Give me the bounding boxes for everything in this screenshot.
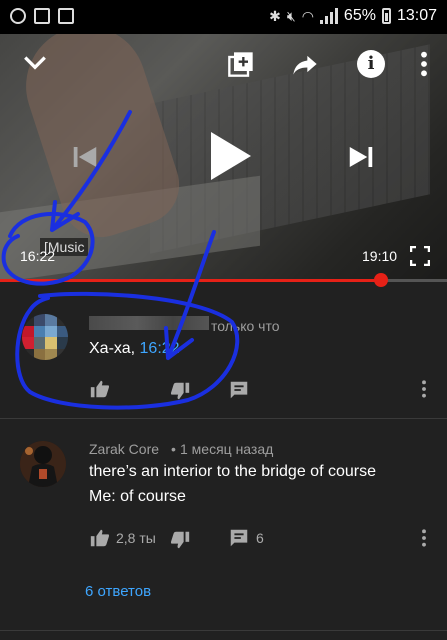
timer-icon bbox=[10, 8, 26, 24]
comment-text: there’s an interior to the bridge of cou… bbox=[89, 463, 376, 480]
reply-icon bbox=[230, 529, 248, 547]
fullscreen-icon[interactable] bbox=[410, 246, 430, 266]
comment-text-prefix: Ха-ха, bbox=[89, 340, 140, 357]
notification-icons bbox=[10, 8, 74, 24]
dislike-icon bbox=[170, 382, 190, 400]
seek-handle[interactable] bbox=[373, 273, 388, 287]
play-icon[interactable] bbox=[205, 130, 253, 182]
info-icon[interactable]: i bbox=[357, 50, 385, 78]
comment-separator: • bbox=[171, 441, 176, 457]
previous-icon[interactable] bbox=[70, 142, 100, 172]
collapse-chevron-icon[interactable] bbox=[22, 50, 48, 76]
bookmark-icon bbox=[58, 8, 74, 24]
mute-icon: 🔇︎ bbox=[286, 7, 296, 24]
reply-button[interactable]: 6 bbox=[228, 527, 264, 549]
clock: 13:07 bbox=[396, 7, 437, 24]
comment-divider bbox=[0, 418, 447, 419]
like-icon bbox=[90, 529, 110, 547]
timestamp-link[interactable]: 16:22 bbox=[140, 340, 180, 357]
seek-bar[interactable] bbox=[0, 273, 447, 287]
comment-age: 1 месяц назад bbox=[180, 441, 274, 457]
signal-icon bbox=[319, 8, 338, 24]
avatar[interactable] bbox=[20, 441, 66, 487]
dislike-icon bbox=[170, 531, 190, 549]
comment-divider bbox=[0, 630, 447, 631]
comment-author-blurred bbox=[89, 316, 209, 330]
reply-icon bbox=[230, 381, 248, 399]
seek-bar-played bbox=[0, 279, 381, 282]
like-count: 2,8 ты bbox=[116, 530, 156, 546]
comment-text: Ха-ха, 16:22 bbox=[89, 340, 180, 358]
gallery-icon bbox=[34, 8, 50, 24]
comment-text-line2: Me: of course bbox=[89, 488, 186, 505]
share-icon[interactable] bbox=[290, 50, 320, 78]
current-time: 16:22 bbox=[20, 248, 56, 264]
reply-count: 6 bbox=[256, 530, 264, 546]
like-icon bbox=[90, 380, 110, 398]
wifi-icon: ◠ bbox=[301, 7, 314, 24]
battery-icon bbox=[381, 8, 391, 24]
status-bar: ✱ 🔇︎ ◠ 65% 13:07 bbox=[0, 0, 447, 34]
video-duration: 19:10 bbox=[362, 248, 398, 264]
like-button[interactable] bbox=[89, 378, 111, 400]
avatar[interactable] bbox=[22, 314, 68, 360]
avatar-image bbox=[20, 441, 66, 487]
reply-button[interactable] bbox=[228, 379, 250, 401]
comment-menu-icon[interactable] bbox=[421, 379, 427, 399]
more-vert-icon[interactable] bbox=[420, 50, 428, 78]
video-player[interactable]: i [Music 16:22 19:10 bbox=[0, 34, 447, 280]
system-indicators: ✱ 🔇︎ ◠ 65% 13:07 bbox=[269, 7, 437, 25]
add-to-playlist-icon[interactable] bbox=[226, 50, 256, 78]
next-icon[interactable] bbox=[346, 142, 376, 172]
avatar-image bbox=[22, 314, 68, 360]
bluetooth-icon: ✱ bbox=[269, 7, 281, 24]
dislike-button[interactable] bbox=[169, 380, 191, 402]
view-replies-link[interactable]: 6 ответов bbox=[85, 583, 151, 600]
comment-age: только что bbox=[211, 318, 280, 334]
comment-author[interactable]: Zarak Core bbox=[89, 441, 159, 457]
comment-menu-icon[interactable] bbox=[421, 528, 427, 548]
like-button[interactable]: 2,8 ты bbox=[89, 527, 156, 549]
battery-percent: 65% bbox=[343, 7, 376, 24]
dislike-button[interactable] bbox=[169, 529, 191, 551]
